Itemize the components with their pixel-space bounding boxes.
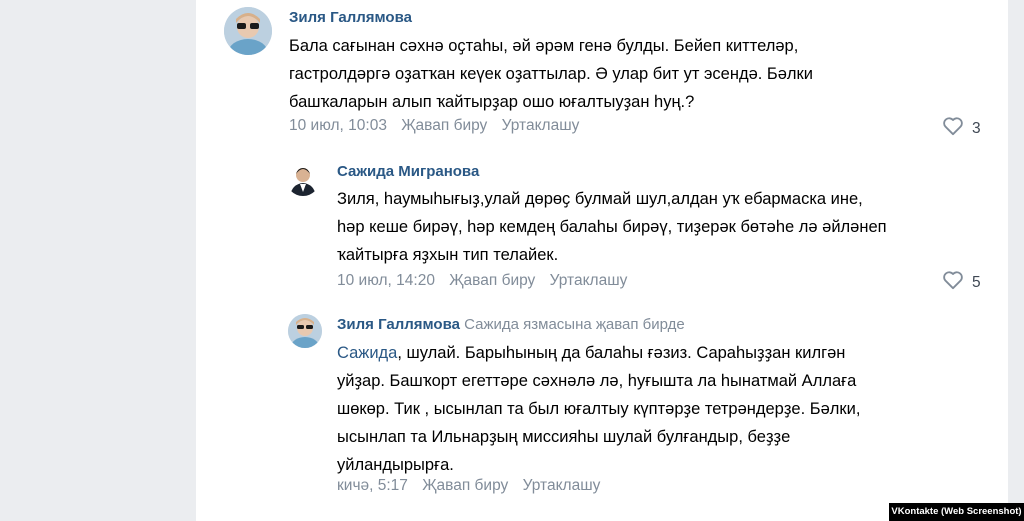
avatar[interactable]: [288, 314, 322, 348]
comment-text-line: башҡаларын алып ҡайтырҙар ошо юғалтыуҙан…: [289, 93, 695, 111]
comment-text-line: Сажида, шулай. Барыһының да балаһы ғәзиз…: [337, 344, 846, 362]
page-gutter-left: [0, 0, 196, 521]
comment-text-line: Бала сағынан сәхнә оҫтаһы, әй әрәм генә …: [289, 37, 799, 55]
reply-to-label[interactable]: Сажида язмасына җавап бирде: [464, 316, 685, 333]
comment-author[interactable]: Зиля Галлямова: [289, 9, 412, 26]
comment-timestamp[interactable]: кичә, 5:17: [337, 477, 408, 494]
comment-text: Зиля, һаумыһығыҙ,улай дөрөҫ булмай шул,а…: [337, 185, 1007, 269]
comment-text-line: шөкөр. Тик , ысынлап та был юғалтыу күпт…: [337, 400, 861, 418]
like-count: 3: [972, 119, 981, 137]
image-credit: VKontakte (Web Screenshot): [889, 503, 1024, 521]
share-link[interactable]: Уртаклашу: [550, 272, 628, 289]
reply-link[interactable]: Җавап биру: [401, 117, 487, 134]
share-link[interactable]: Уртаклашу: [523, 477, 601, 494]
comment-author[interactable]: Зиля Галлямова: [337, 316, 460, 333]
reply-link[interactable]: Җавап биру: [422, 477, 508, 494]
comment-timestamp[interactable]: 10 июл, 10:03: [289, 117, 387, 134]
comment-text: Бала сағынан сәхнә оҫтаһы, әй әрәм генә …: [289, 32, 989, 116]
comment-text: Сажида, шулай. Барыһының да балаһы ғәзиз…: [337, 339, 1007, 479]
comment-text-line: уйландырырға.: [337, 456, 454, 474]
reply-link[interactable]: Җавап биру: [449, 272, 535, 289]
comment-text-line: Зиля, һаумыһығыҙ,улай дөрөҫ булмай шул,а…: [337, 190, 863, 208]
mention-link[interactable]: Сажида: [337, 344, 397, 362]
like-count: 5: [972, 273, 981, 291]
like-button[interactable]: 5: [942, 270, 981, 295]
comment-meta: 10 июл, 10:03 Җавап биру Уртаклашу: [289, 117, 589, 135]
avatar[interactable]: [224, 7, 272, 55]
page-gutter-right: [1008, 0, 1024, 521]
heart-icon: [942, 270, 964, 295]
comment-timestamp[interactable]: 10 июл, 14:20: [337, 272, 435, 289]
comment-meta: 10 июл, 14:20 Җавап биру Уртаклашу: [337, 272, 637, 290]
comment-text-line: уйҙар. Башҡорт егеттәре сәхнәлә лә, һуғы…: [337, 372, 857, 390]
comment-text-line: ҡайтырға яҙхын тип телайек.: [337, 246, 559, 264]
share-link[interactable]: Уртаклашу: [502, 117, 580, 134]
comment-text-line: һәр кеше бирәү, һәр кемдең балаһы бирәү,…: [337, 218, 887, 236]
comment-author-line: Зиля Галлямова Сажида язмасына җавап бир…: [337, 316, 685, 333]
like-button[interactable]: 3: [942, 116, 981, 141]
heart-icon: [942, 116, 964, 141]
comment-meta: кичә, 5:17 Җавап биру Уртаклашу: [337, 477, 610, 495]
comment-text-line: гастролдәргә оҙатҡан кеүек оҙаттылар. Ә …: [289, 65, 813, 83]
comment-text-line: ысынлап та Ильнарҙың миссияһы шулай булғ…: [337, 428, 791, 446]
comment-author[interactable]: Сажида Мигранова: [337, 163, 479, 180]
avatar[interactable]: [286, 162, 320, 196]
